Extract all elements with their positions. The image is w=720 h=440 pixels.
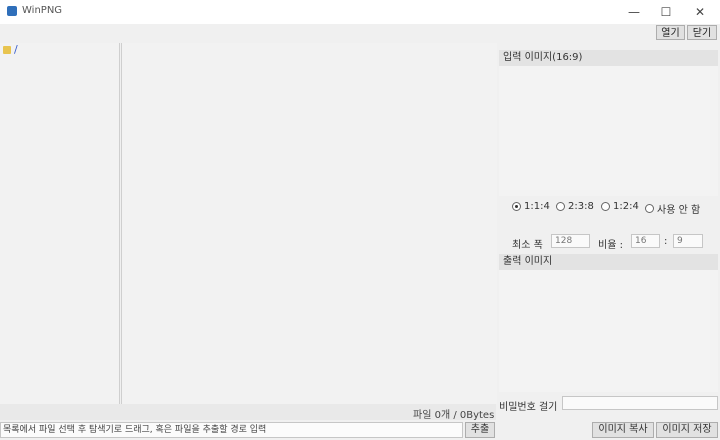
radio-selected-icon [512,202,521,211]
maximize-button[interactable]: ☐ [649,0,683,24]
ratio-separator: : [664,236,668,247]
ratio-option-1-2-4[interactable]: 1:2:4 [601,201,639,212]
ratio-height-input[interactable]: 9 [673,234,703,248]
toolbar [0,24,720,42]
ratio-option-label: 1:1:4 [524,201,550,212]
min-width-input[interactable]: 128 [551,234,590,248]
file-list-pane[interactable] [121,43,498,404]
input-image-preview[interactable] [499,66,718,196]
ratio-option-label: 사용 안 함 [657,205,701,216]
password-input[interactable] [562,396,718,410]
ratio-option-label: 2:3:8 [568,201,594,212]
radio-unselected-icon [645,204,654,213]
min-width-label: 최소 폭 [512,240,543,251]
window-title: WinPNG [22,5,63,16]
ratio-option-2-3-8[interactable]: 2:3:8 [556,201,594,212]
extract-button[interactable]: 추출 [465,422,495,438]
radio-unselected-icon [556,202,565,211]
folder-tree-pane[interactable] [0,43,120,404]
password-label: 비밀번호 걸기 [499,402,558,413]
copy-image-button[interactable]: 이미지 복사 [592,422,654,438]
radio-unselected-icon [601,202,610,211]
file-count-status: 파일 0개 / 0Bytes [413,410,495,421]
save-image-button[interactable]: 이미지 저장 [656,422,718,438]
ratio-option-label: 1:2:4 [613,201,639,212]
title-bar [0,0,720,25]
minimize-button[interactable]: — [617,0,651,24]
folder-icon [3,46,11,54]
ratio-label: 비율 : [598,240,623,251]
output-image-header: 출력 이미지 [499,254,718,270]
ratio-width-input[interactable]: 16 [631,234,660,248]
close-file-button[interactable]: 닫기 [687,25,717,40]
output-image-preview[interactable] [499,270,718,392]
input-image-header: 입력 이미지(16:9) [499,50,718,66]
open-button[interactable]: 열기 [656,25,685,40]
app-icon [7,6,17,16]
ratio-option-none[interactable]: 사용 안 함 [645,201,700,216]
close-window-button[interactable]: ✕ [683,0,717,24]
ratio-option-1-1-4[interactable]: 1:1:4 [512,201,550,212]
tree-root-item[interactable]: / [14,43,18,56]
extract-path-input[interactable]: 목록에서 파일 선택 후 탐색기로 드래그, 혹은 파일을 추출할 경로 입력 [0,422,463,438]
